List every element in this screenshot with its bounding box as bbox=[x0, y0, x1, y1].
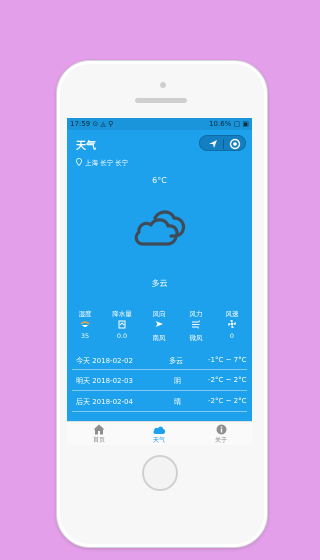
condition-text: 多云 bbox=[151, 279, 168, 288]
info-icon bbox=[216, 424, 226, 435]
forecast-row[interactable]: 今天 2018-02-02 多云 -1°C ~ 7°C bbox=[67, 356, 252, 376]
status-bar: 17:59 ⊙ ◬ ⚲ 10.6% ▢ ▣ bbox=[67, 118, 252, 130]
metric-label: 风向 bbox=[152, 310, 166, 318]
status-right-icons: ▢ ▣ bbox=[233, 120, 249, 128]
capsule-divider bbox=[223, 139, 224, 149]
metric-label: 风速 bbox=[225, 310, 239, 318]
metric-label: 湿度 bbox=[78, 310, 92, 318]
tab-weather[interactable]: 天气 bbox=[139, 424, 179, 444]
divider bbox=[72, 390, 247, 391]
target-icon[interactable] bbox=[229, 138, 241, 150]
status-left: 17:59 ⊙ ◬ ⚲ bbox=[70, 118, 113, 130]
cloud-icon bbox=[153, 426, 166, 434]
forecast-range: -2°C ~ 2°C bbox=[208, 376, 247, 384]
cloud-icon bbox=[134, 210, 186, 246]
forecast-range: -1°C ~ 7°C bbox=[208, 356, 247, 364]
phone-speaker bbox=[135, 98, 187, 103]
wind-speed-icon bbox=[228, 320, 236, 328]
location-row[interactable]: 上海 长宁 长宁 bbox=[76, 157, 128, 167]
rain-gauge-icon bbox=[118, 320, 126, 329]
metric-value: 0 bbox=[229, 332, 235, 340]
tab-label: 首页 bbox=[92, 437, 105, 444]
metric-value: 南风 bbox=[152, 334, 166, 342]
forecast-condition: 晴 bbox=[174, 398, 181, 406]
page-title: 天气 bbox=[76, 141, 96, 152]
metric-value: 微风 bbox=[189, 334, 203, 342]
phone-camera bbox=[160, 82, 166, 88]
location-pin-icon bbox=[76, 158, 82, 166]
temperature: 6°C bbox=[152, 176, 167, 185]
status-right: 10.6% ▢ ▣ bbox=[209, 118, 249, 130]
forecast-day: 今天 2018-02-02 bbox=[76, 357, 133, 365]
divider bbox=[72, 369, 247, 370]
forecast-condition: 多云 bbox=[169, 357, 183, 365]
navigate-icon[interactable] bbox=[207, 138, 219, 150]
app-screen: 17:59 ⊙ ◬ ⚲ 10.6% ▢ ▣ 天气 上海 长宁 长宁 6°C 多云… bbox=[67, 118, 252, 445]
forecast-day: 明天 2018-02-03 bbox=[76, 377, 133, 385]
forecast-condition: 阴 bbox=[174, 377, 181, 385]
wind-power-icon bbox=[192, 320, 200, 329]
tab-bar: 首页 天气 关于 bbox=[67, 421, 252, 445]
forecast-row[interactable]: 明天 2018-02-03 阴 -2°C ~ 2°C bbox=[67, 376, 252, 396]
tab-about[interactable]: 关于 bbox=[201, 424, 241, 444]
metric-value: 35 bbox=[80, 332, 90, 340]
battery-text: 10.6% bbox=[209, 120, 232, 128]
forecast-day: 后天 2018-02-04 bbox=[76, 398, 133, 406]
forecast-row[interactable]: 后天 2018-02-04 晴 -2°C ~ 2°C bbox=[67, 397, 252, 417]
metric-label: 风力 bbox=[189, 310, 203, 318]
status-left-icons: ⊙ ◬ ⚲ bbox=[92, 120, 114, 128]
metric-value: 0.0 bbox=[116, 332, 128, 340]
mini-program-capsule bbox=[199, 135, 246, 151]
tab-label: 天气 bbox=[152, 437, 165, 444]
home-button[interactable] bbox=[142, 455, 178, 491]
home-icon bbox=[93, 424, 105, 435]
humidity-icon bbox=[80, 321, 90, 327]
wind-direction-icon bbox=[155, 321, 163, 327]
metric-label: 降水量 bbox=[112, 310, 132, 318]
location-text: 上海 长宁 长宁 bbox=[85, 159, 129, 167]
divider bbox=[72, 411, 247, 412]
tab-home[interactable]: 首页 bbox=[79, 424, 119, 444]
forecast-range: -2°C ~ 2°C bbox=[208, 397, 247, 405]
tab-label: 关于 bbox=[214, 437, 227, 444]
status-time: 17:59 bbox=[70, 120, 91, 128]
